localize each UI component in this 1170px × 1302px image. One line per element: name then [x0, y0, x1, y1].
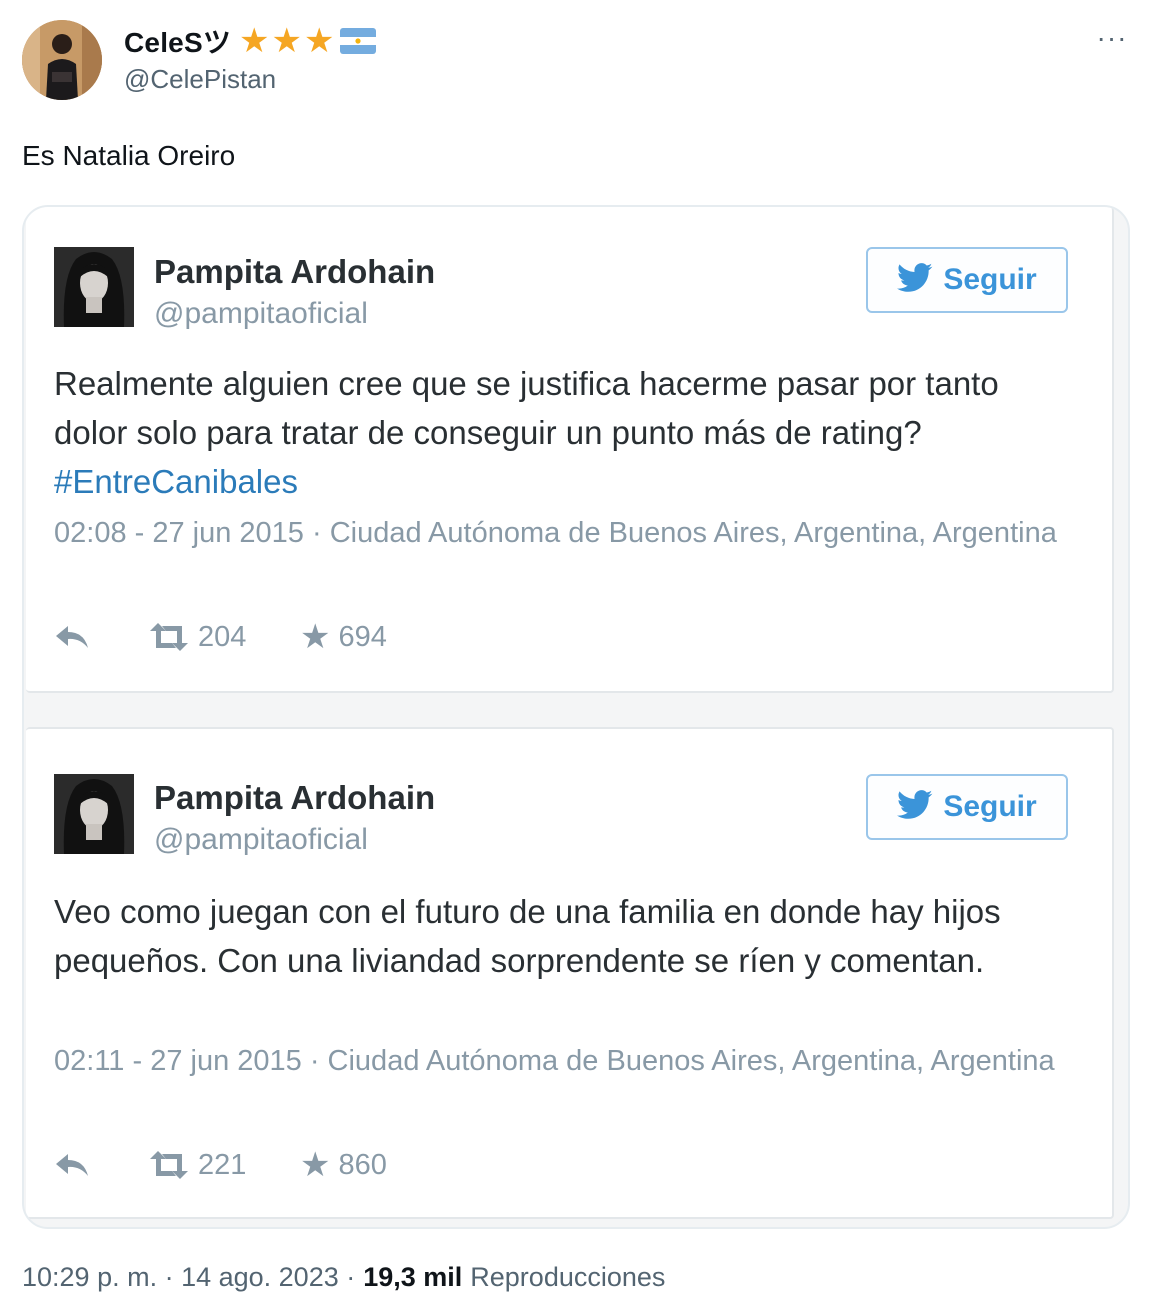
- tweet-text: Es Natalia Oreiro: [22, 140, 236, 171]
- views-label: Reproducciones: [470, 1262, 666, 1292]
- follow-button: Seguir: [866, 774, 1068, 840]
- embedded-tweet-actions: 221 ★ 860: [54, 1145, 387, 1185]
- reply-action: [54, 1152, 148, 1178]
- views-count: 19,3 mil: [363, 1262, 463, 1292]
- follow-label: Seguir: [943, 263, 1037, 296]
- embedded-author-handle: @pampitaoficial: [154, 297, 368, 330]
- embedded-tweet-actions: 204 ★ 694: [54, 617, 387, 657]
- retweet-icon: [148, 623, 190, 651]
- retweet-icon: [148, 1151, 190, 1179]
- favorite-count: 860: [338, 1148, 387, 1181]
- tweet-media-image[interactable]: Pampita Ardohain @pampitaoficial Seguir …: [22, 205, 1130, 1229]
- author-badges: ★ ★ ★: [239, 22, 377, 60]
- hashtag-link: #EntreCanibales: [54, 463, 298, 500]
- more-options-button[interactable]: ···: [1090, 24, 1134, 56]
- star-icon: ★: [300, 618, 331, 656]
- embedded-avatar: [54, 774, 134, 854]
- embedded-tweet-body: Realmente alguien cree que se justifica …: [54, 365, 999, 451]
- author-handle[interactable]: @CelePistan: [124, 64, 276, 95]
- favorite-count: 694: [338, 620, 387, 653]
- reply-icon: [54, 624, 90, 650]
- embedded-author-handle: @pampitaoficial: [154, 823, 368, 856]
- retweet-count: 221: [198, 1148, 247, 1181]
- retweet-action: 221: [148, 1149, 300, 1182]
- author-avatar[interactable]: [22, 20, 102, 100]
- follow-button: Seguir: [866, 247, 1068, 313]
- embedded-tweet-text: Realmente alguien cree que se justifica …: [54, 359, 1064, 506]
- reply-icon: [54, 1152, 90, 1178]
- star-icon: ★: [304, 22, 335, 60]
- follow-label: Seguir: [943, 790, 1037, 823]
- retweet-action: 204: [148, 621, 300, 654]
- favorite-action: ★ 694: [300, 618, 387, 656]
- tweet-footer: 10:29 p. m. · 14 ago. 2023 · 19,3 mil Re…: [22, 1262, 665, 1293]
- author-display-name[interactable]: CeleSツ: [124, 21, 231, 61]
- embedded-tweet-meta: 02:08 - 27 jun 2015 · Ciudad Autónoma de…: [54, 517, 1057, 549]
- embedded-author-name: Pampita Ardohain: [154, 253, 436, 290]
- embedded-tweet-card: Pampita Ardohain @pampitaoficial Seguir …: [26, 727, 1114, 1219]
- star-icon: ★: [300, 1146, 331, 1184]
- tweet-timestamp[interactable]: 10:29 p. m. · 14 ago. 2023 ·: [22, 1262, 355, 1293]
- embedded-author-name: Pampita Ardohain: [154, 779, 436, 816]
- author-name-row: CeleSツ ★ ★ ★: [124, 21, 377, 61]
- embedded-tweet-meta: 02:11 - 27 jun 2015 · Ciudad Autónoma de…: [54, 1045, 1055, 1077]
- retweet-count: 204: [198, 620, 247, 653]
- twitter-bird-icon: [897, 789, 933, 825]
- reply-action: [54, 624, 148, 650]
- embedded-avatar: [54, 247, 134, 327]
- embedded-tweet-text: Veo como juegan con el futuro de una fam…: [54, 893, 1001, 979]
- argentina-flag-icon: [340, 28, 377, 54]
- embedded-tweet-card: Pampita Ardohain @pampitaoficial Seguir …: [26, 207, 1114, 693]
- star-icon: ★: [271, 22, 302, 60]
- favorite-action: ★ 860: [300, 1146, 387, 1184]
- star-icon: ★: [239, 22, 270, 60]
- twitter-bird-icon: [897, 262, 933, 298]
